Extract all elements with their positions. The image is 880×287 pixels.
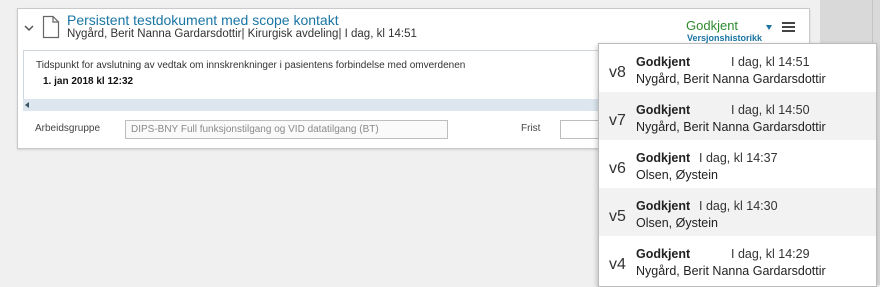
version-status: Godkjent bbox=[636, 103, 691, 117]
version-item[interactable]: v6 Godkjent I dag, kl 14:37 Olsen, Øyste… bbox=[599, 140, 876, 188]
frist-field[interactable] bbox=[560, 120, 602, 139]
frist-label: Frist bbox=[521, 123, 541, 134]
version-person: Nygård, Berit Nanna Gardarsdottir bbox=[636, 264, 826, 278]
version-person: Olsen, Øystein bbox=[636, 168, 718, 182]
version-status: Godkjent bbox=[636, 247, 691, 261]
version-status: Godkjent bbox=[636, 151, 691, 165]
status-badge: Godkjent bbox=[686, 18, 739, 33]
version-person: Nygård, Berit Nanna Gardarsdottir bbox=[636, 120, 826, 134]
version-item[interactable]: v8 Godkjent I dag, kl 14:51 Nygård, Beri… bbox=[599, 44, 876, 92]
version-item[interactable]: v4 Godkjent I dag, kl 14:29 Nygård, Beri… bbox=[599, 236, 876, 284]
version-time: I dag, kl 14:29 bbox=[731, 247, 810, 261]
version-person: Nygård, Berit Nanna Gardarsdottir bbox=[636, 72, 826, 86]
document-title[interactable]: Persistent testdokument med scope kontak… bbox=[67, 12, 339, 28]
caret-down-icon[interactable] bbox=[766, 25, 772, 30]
version-number: v5 bbox=[609, 208, 626, 225]
document-icon bbox=[42, 15, 60, 39]
version-number: v7 bbox=[609, 112, 626, 129]
version-number: v6 bbox=[609, 160, 626, 177]
scroll-left-arrow-icon[interactable] bbox=[25, 102, 29, 108]
deadline-label: Tidspunkt for avslutning av vedtak om in… bbox=[36, 60, 466, 71]
workgroup-label: Arbeidsgruppe bbox=[35, 123, 101, 134]
version-status: Godkjent bbox=[636, 55, 691, 69]
workgroup-field: DIPS-BNY Full funksjonstilgang og VID da… bbox=[125, 120, 448, 139]
chevron-down-icon[interactable] bbox=[24, 23, 34, 33]
version-history-link[interactable]: Versjonshistorikk bbox=[687, 33, 762, 43]
version-number: v4 bbox=[609, 256, 626, 273]
hamburger-menu-icon[interactable] bbox=[782, 22, 795, 32]
version-time: I dag, kl 14:50 bbox=[731, 103, 810, 117]
version-history-dropdown: v8 Godkjent I dag, kl 14:51 Nygård, Beri… bbox=[598, 43, 877, 287]
version-person: Olsen, Øystein bbox=[636, 216, 718, 230]
document-meta: Nygård, Berit Nanna Gardarsdottir| Kirur… bbox=[67, 28, 417, 40]
version-time: I dag, kl 14:37 bbox=[699, 151, 778, 165]
deadline-value: 1. jan 2018 kl 12:32 bbox=[43, 76, 134, 87]
version-number: v8 bbox=[609, 64, 626, 81]
version-status: Godkjent bbox=[636, 199, 691, 213]
version-time: I dag, kl 14:30 bbox=[699, 199, 778, 213]
version-item[interactable]: v5 Godkjent I dag, kl 14:30 Olsen, Øyste… bbox=[599, 188, 876, 236]
version-item[interactable]: v7 Godkjent I dag, kl 14:50 Nygård, Beri… bbox=[599, 92, 876, 140]
version-time: I dag, kl 14:51 bbox=[731, 55, 810, 69]
